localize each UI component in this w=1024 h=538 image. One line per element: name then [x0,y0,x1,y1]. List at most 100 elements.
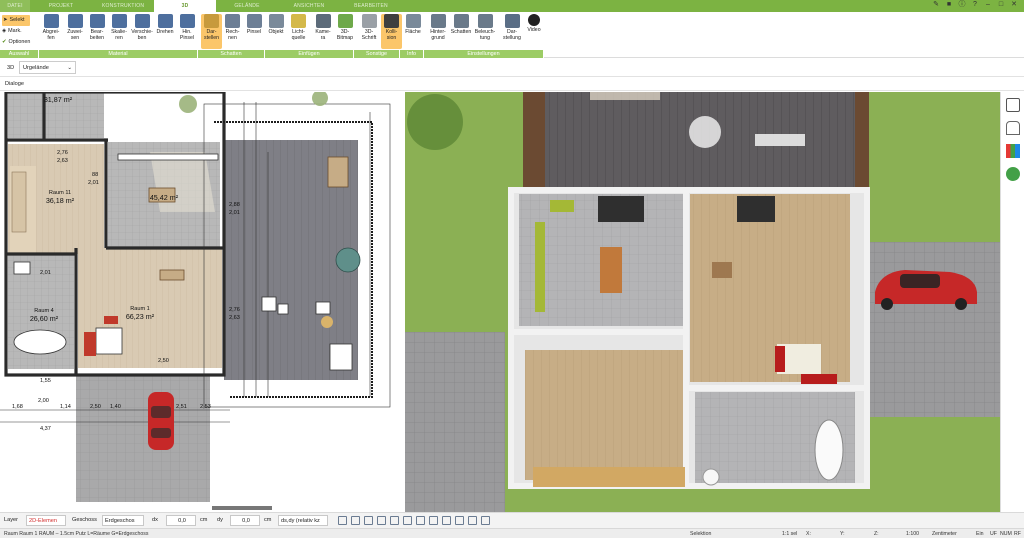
layer-toggle-icon[interactable] [455,516,464,525]
footer-uf: UF [990,531,997,537]
close-icon[interactable]: ✕ [1010,1,1018,9]
ribbon-background-button[interactable]: Hinter-grund [426,14,450,49]
cursor-snap-icon[interactable] [390,516,399,525]
tab-datei[interactable]: DATEI [0,0,30,12]
assign-icon [67,14,83,28]
room-label: 31,87 m² [33,96,83,105]
ribbon-area-button[interactable]: Fläche [402,14,424,49]
ribbon-button-label: Bitmap [336,35,354,41]
light-source-icon [291,14,306,28]
select-button[interactable]: ➤ Selekt [2,15,31,26]
ribbon-button-label: Drehen [156,29,174,35]
edit-icon [89,14,105,28]
grab-icon [43,14,59,28]
rotate-icon [157,14,173,28]
tab-ansichten[interactable]: ANSICHTEN [278,0,340,12]
floor-plan-2d[interactable]: 31,87 m² Raum 11 36,18 m² 45,42 m² Raum 1 66,… [0,92,404,512]
ribbon-scale-button[interactable]: Skalie-ren [108,14,130,49]
move-icon [134,14,150,28]
clock-icon[interactable] [338,516,347,525]
ribbon-edit-button[interactable]: Bear-beiten [87,14,107,49]
ribbon-calculate-button[interactable]: Rech-nen [222,14,243,49]
room-area: 45,42 m² [149,193,179,202]
ribbon-grab-button[interactable]: Abgrei-fen [40,14,62,49]
ribbon-move-button[interactable]: Verschie-ben [130,14,154,49]
bold-icon[interactable] [468,516,477,525]
brush-icon [246,14,262,28]
ribbon-bitmap-3d-button[interactable]: 3D- Bitmap [334,14,356,49]
dialog-label[interactable]: Dialoge [5,81,24,87]
calculate-icon [225,14,240,28]
dx-input[interactable]: 0,0 [166,515,196,526]
footer-ein: Ein [976,531,984,537]
tab-konstruktion[interactable]: KONSTRUKTION [92,0,154,12]
ribbon-video-button[interactable]: Video [524,14,544,49]
grid-toggle-icon[interactable] [442,516,451,525]
mark-button[interactable]: ◈ Mark. [2,26,30,37]
presentation-icon [504,14,520,28]
3d-view[interactable] [405,92,1000,512]
dy-input[interactable]: 0,0 [230,515,260,526]
tab-projekt[interactable]: PROJEKT [30,0,92,12]
ribbon-group-info: Info [400,50,424,58]
ortho-icon[interactable] [429,516,438,525]
room-label: Raum 4 26,60 m² [19,308,69,324]
ribbon-button-label: nen [228,35,237,41]
ribbon-shadow-button[interactable]: Schatten [450,14,472,49]
footer-z: Z: [874,531,879,537]
ribbon-display-button[interactable]: Dar-stellen [201,14,222,49]
layers-icon[interactable] [1005,98,1020,112]
dimension-label: 1,40 [110,404,121,410]
ribbon-light-source-button[interactable]: Licht-quelle [286,14,311,49]
tools-icon[interactable]: ✎ [932,1,940,9]
grid-icon[interactable] [377,516,386,525]
tree-icon[interactable] [1005,167,1020,181]
chair-icon[interactable] [1005,121,1020,135]
dimension-label: 2,01 [40,270,51,276]
ribbon-button-label: Video [527,27,541,33]
ribbon-brush-button[interactable]: Pinsel [243,14,265,49]
save-icon[interactable]: ■ [945,1,953,9]
selection-group: ➤ Selekt ◈ Mark. ✔ Optionen [2,15,31,48]
footer-selektion: Selektion [690,531,712,537]
tab-bearbeiten[interactable]: BEARBEITEN [340,0,402,12]
ribbon-camera-button[interactable]: Kame-ra [312,14,334,49]
ribbon-object-button[interactable]: Objekt [266,14,286,49]
pin-icon[interactable] [481,516,490,525]
ribbon-collision-button[interactable]: Kolli-sion [381,14,402,49]
ribbon-paint-brush-button[interactable]: Hin. Pinsel [176,14,198,49]
monitor-icon[interactable] [364,516,373,525]
help-icon[interactable]: ? [971,1,979,9]
ribbon-presentation-button[interactable]: Dar-stellung [500,14,524,49]
layer-select[interactable]: 2D-Elemen [26,515,66,526]
ribbon-assign-button[interactable]: Zuwei-sen [64,14,86,49]
minimize-icon[interactable]: – [984,1,992,9]
geschoss-select[interactable]: Erdgeschos [102,515,144,526]
ribbon-button-label: quelle [291,35,306,41]
window-controls: ✎ ■ ⓘ ? – □ ✕ [932,1,1018,9]
tab-3d[interactable]: 3D [154,0,216,12]
material-icon[interactable] [1005,144,1020,158]
snap-icon[interactable] [351,516,360,525]
ribbon-text-3d-button[interactable]: 3D- Schrift [358,14,380,49]
dimension-label: 2,50 [158,358,169,364]
info-icon[interactable]: ⓘ [958,1,966,9]
maximize-icon[interactable]: □ [997,1,1005,9]
ribbon-lighting-button[interactable]: Beleuch-tung [472,14,498,49]
ribbon-button-label: tung [479,35,491,41]
terrain-dropdown[interactable]: Urgelände ⌄ [19,61,76,74]
angle-snap-icon[interactable] [416,516,425,525]
room-area: 26,60 m² [29,314,59,323]
options-button[interactable]: ✔ Optionen [2,37,30,48]
collision-icon [384,14,399,28]
ribbon-rotate-button[interactable]: Drehen [155,14,175,49]
line-snap-icon[interactable] [403,516,412,525]
coord-mode-select[interactable]: ds,dy (relativ kz [278,515,328,526]
geschoss-label: Geschoss [72,517,97,523]
tab-gelaende[interactable]: GELÄNDE [216,0,278,12]
right-toolbar [1000,92,1024,512]
ribbon-button-label: sion [386,35,397,41]
text-3d-icon [361,14,377,28]
ribbon: ➤ Selekt ◈ Mark. ✔ Optionen Abgrei-fen Zuwei… [0,12,1024,58]
ribbon-group-material: Material [39,50,198,58]
